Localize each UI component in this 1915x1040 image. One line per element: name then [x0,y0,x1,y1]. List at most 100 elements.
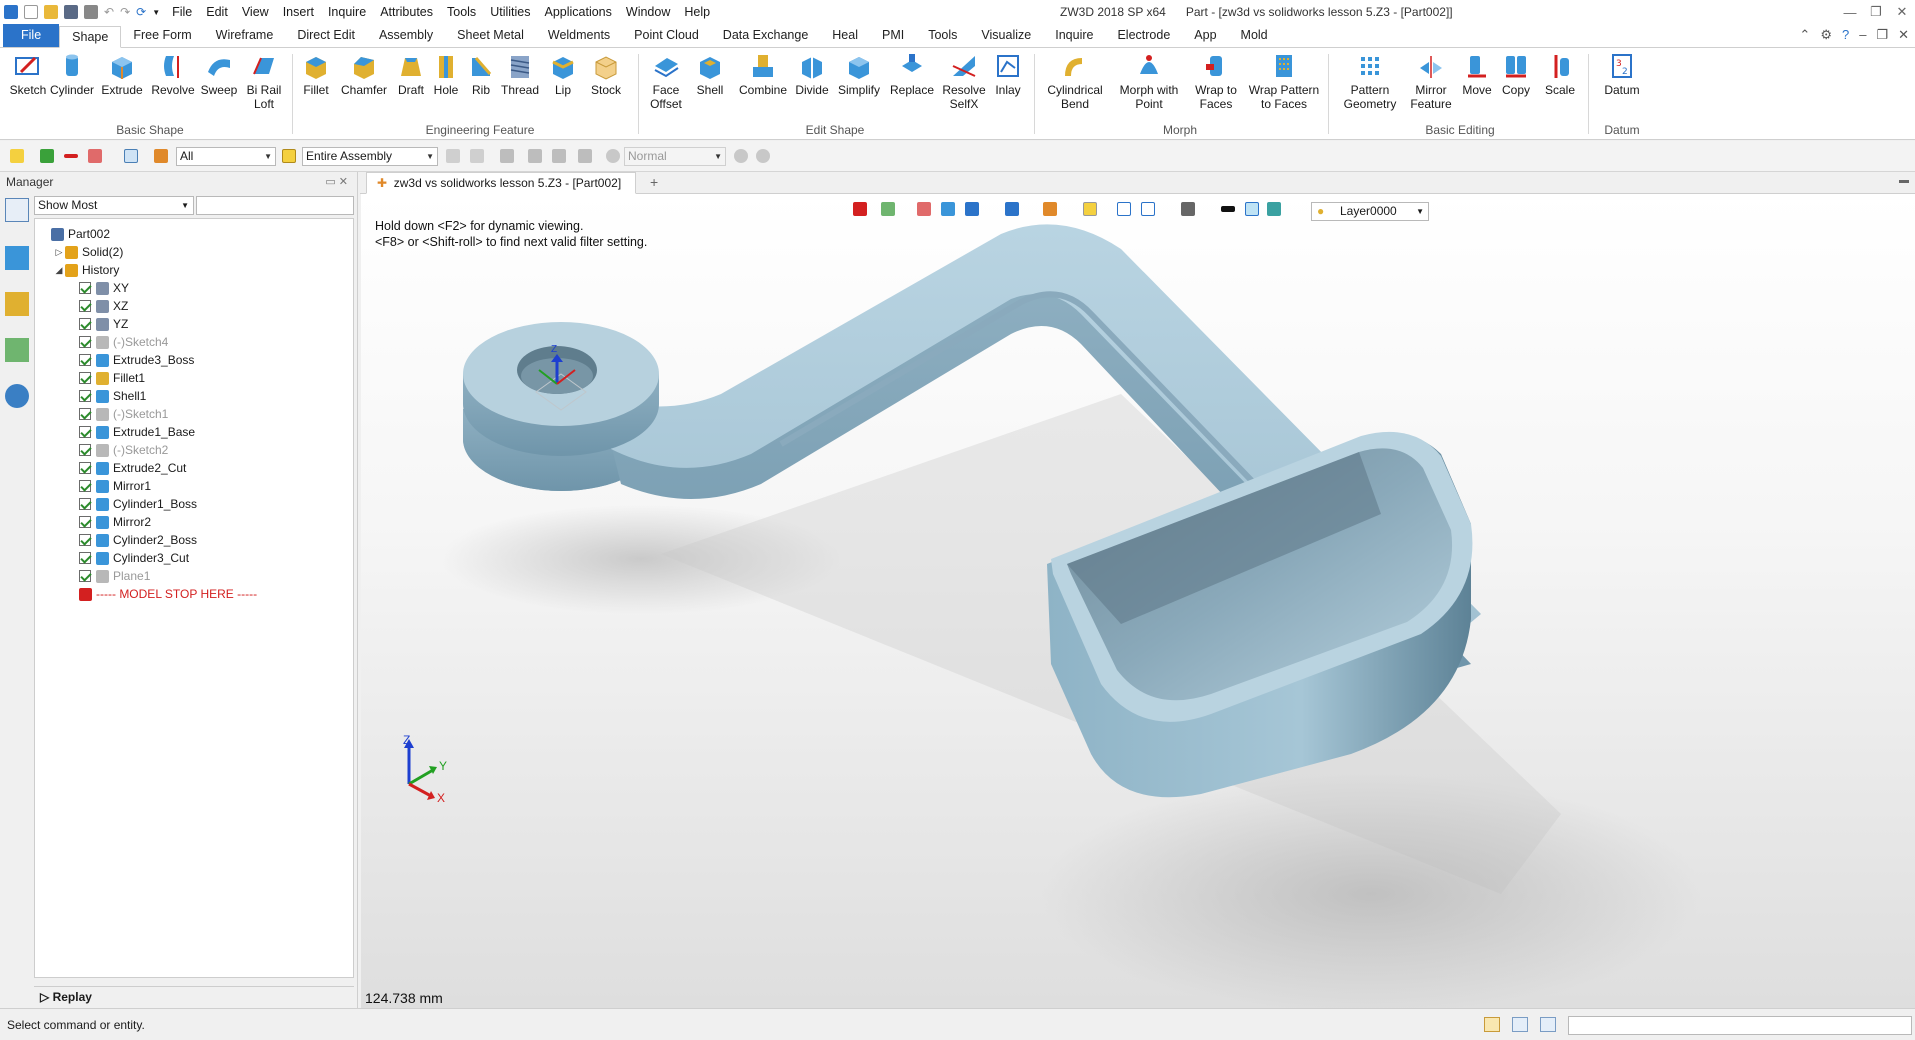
resolve-selfx-button[interactable]: Resolve SelfX [940,52,988,111]
manager-search-input[interactable] [196,196,354,215]
mirror-feature-button[interactable]: Mirror Feature [1406,52,1456,111]
morph-with-point-button[interactable]: Morph with Point [1114,52,1184,111]
visibility-checkbox[interactable] [79,300,91,312]
cylindrical-bend-button[interactable]: Cylindrical Bend [1042,52,1108,111]
tree-item[interactable]: (-)Sketch2 [67,441,168,459]
select-region-icon[interactable] [124,149,138,163]
inlay-button[interactable]: Inlay [990,52,1026,97]
tree-item[interactable]: (-)Sketch4 [67,333,168,351]
tab-file[interactable]: File [3,24,60,47]
filter-type-select[interactable]: All ▼ [176,147,276,166]
scope-select[interactable]: Entire Assembly ▼ [302,147,438,166]
replace-button[interactable]: Replace [888,52,936,97]
tab-tools[interactable]: Tools [916,25,969,47]
visibility-checkbox[interactable] [79,336,91,348]
tree-item[interactable]: (-)Sketch1 [67,405,168,423]
visibility-checkbox[interactable] [79,372,91,384]
expander-icon[interactable]: ▷ [53,243,65,261]
toggle-panel-icon[interactable] [1484,1017,1500,1032]
visibility-checkbox[interactable] [79,480,91,492]
fillet-button[interactable]: Fillet [298,52,334,97]
tree-item[interactable]: Plane1 [67,567,150,585]
cylinder-button[interactable]: Cylinder [50,52,94,97]
tree-item[interactable]: Fillet1 [67,369,145,387]
tree-item[interactable]: Mirror1 [67,477,151,495]
copy-button[interactable]: Copy [1498,52,1534,97]
tab-app[interactable]: App [1182,25,1228,47]
pattern-geometry-button[interactable]: Pattern Geometry [1336,52,1404,111]
tree-item[interactable]: Cylinder2_Boss [67,531,197,549]
wrap-pattern-button[interactable]: Wrap Pattern to Faces [1246,52,1322,111]
visibility-checkbox[interactable] [79,318,91,330]
assembly-scope-icon[interactable] [282,149,296,163]
tab-point-cloud[interactable]: Point Cloud [622,25,711,47]
assembly-manager-icon[interactable] [5,246,29,270]
part-model-render[interactable]: Z [361,194,1915,1008]
tree-item[interactable]: ◢ History [53,261,120,279]
rib-button[interactable]: Rib [466,52,496,97]
print-icon[interactable] [84,5,98,19]
menu-tools[interactable]: Tools [447,5,476,19]
tree-item[interactable]: ----- MODEL STOP HERE ----- [67,585,257,603]
revolve-button[interactable]: Revolve [150,52,196,97]
visibility-checkbox[interactable] [79,462,91,474]
minimize-doc-icon[interactable]: – [1859,27,1866,43]
tab-sheet-metal[interactable]: Sheet Metal [445,25,536,47]
tab-assembly[interactable]: Assembly [367,25,445,47]
visibility-checkbox[interactable] [79,570,91,582]
visibility-checkbox[interactable] [79,534,91,546]
tree-item[interactable]: XZ [67,297,128,315]
thread-button[interactable]: Thread [500,52,540,97]
visibility-checkbox[interactable] [79,426,91,438]
new-tab-icon[interactable]: + [650,174,658,190]
part-manager-icon[interactable] [5,292,29,316]
app-logo-icon[interactable] [4,5,18,19]
collapse-ribbon-icon[interactable]: ⌃ [1799,27,1810,43]
expander-icon[interactable]: ◢ [53,261,65,279]
tab-weldments[interactable]: Weldments [536,25,622,47]
tab-inquire[interactable]: Inquire [1043,25,1105,47]
tree-item[interactable]: Extrude1_Base [67,423,195,441]
menu-help[interactable]: Help [684,5,710,19]
tree-item[interactable]: Mirror2 [67,513,151,531]
tab-visualize[interactable]: Visualize [969,25,1043,47]
datum-button[interactable]: 32 Datum [1596,52,1648,97]
visibility-checkbox[interactable] [79,390,91,402]
tab-wireframe[interactable]: Wireframe [204,25,286,47]
menu-utilities[interactable]: Utilities [490,5,530,19]
menu-edit[interactable]: Edit [206,5,228,19]
visibility-checkbox[interactable] [79,282,91,294]
draft-button[interactable]: Draft [394,52,428,97]
menu-window[interactable]: Window [626,5,670,19]
lip-button[interactable]: Lip [545,52,581,97]
menu-attributes[interactable]: Attributes [380,5,433,19]
visibility-checkbox[interactable] [79,516,91,528]
tree-item[interactable]: ▷ Solid(2) [53,243,124,261]
tree-item[interactable]: Extrude2_Cut [67,459,186,477]
tree-item[interactable]: Cylinder3_Cut [67,549,189,567]
tab-mold[interactable]: Mold [1229,25,1280,47]
add-pick-icon[interactable] [40,149,54,163]
history-manager-icon[interactable] [5,198,29,222]
tab-direct-edit[interactable]: Direct Edit [285,25,367,47]
display-filter-select[interactable]: Show Most ▼ [34,196,194,215]
tab-free-form[interactable]: Free Form [121,25,203,47]
toggle-window-icon[interactable] [1540,1017,1556,1032]
stock-button[interactable]: Stock [586,52,626,97]
visual-manager-icon[interactable] [5,338,29,362]
remove-pick-icon[interactable] [64,154,78,158]
new-file-icon[interactable] [24,5,38,19]
open-file-icon[interactable] [44,5,58,19]
customize-dropdown-icon[interactable]: ▼ [152,8,160,17]
menu-insert[interactable]: Insert [283,5,314,19]
tree-item[interactable]: YZ [67,315,128,333]
restore-doc-icon[interactable]: ❐ [1876,27,1888,43]
tree-item[interactable]: XY [67,279,129,297]
tab-pmi[interactable]: PMI [870,25,916,47]
extrude-button[interactable]: Extrude [100,52,144,97]
face-offset-button[interactable]: Face Offset [644,52,688,111]
menu-inquire[interactable]: Inquire [328,5,366,19]
toggle-display-icon[interactable] [1512,1017,1528,1032]
tree-item[interactable]: Part002 [39,225,110,243]
move-button[interactable]: Move [1460,52,1494,97]
